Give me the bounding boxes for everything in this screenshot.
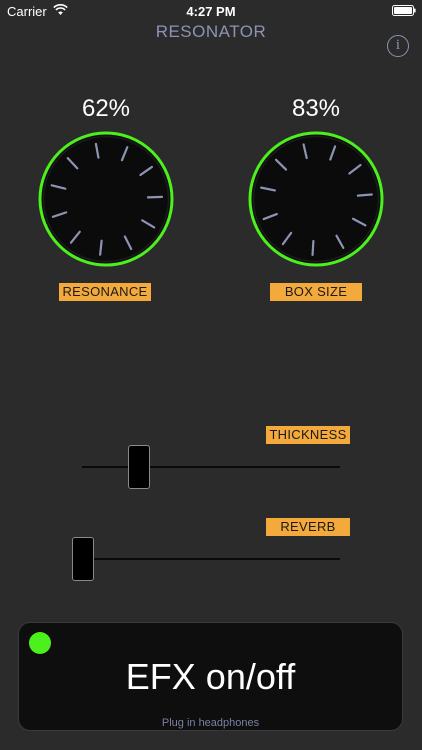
reverb-label: REVERB bbox=[266, 518, 350, 536]
thickness-slider-track[interactable] bbox=[82, 466, 340, 468]
info-icon[interactable]: i bbox=[387, 35, 409, 57]
status-bar: Carrier 4:27 PM bbox=[0, 0, 422, 22]
knob-tick bbox=[356, 193, 373, 197]
status-time: 4:27 PM bbox=[186, 4, 236, 19]
resonance-label: RESONANCE bbox=[59, 283, 151, 301]
knob-ring bbox=[248, 131, 384, 267]
knob-tick bbox=[311, 239, 315, 256]
efx-status-led bbox=[29, 632, 51, 654]
resonance-value: 62% bbox=[81, 95, 131, 122]
knob-ring bbox=[38, 131, 174, 267]
headphones-hint: Plug in headphones bbox=[161, 717, 260, 729]
box-size-knob[interactable] bbox=[246, 129, 386, 269]
knob-tick bbox=[99, 239, 103, 256]
thickness-slider-thumb[interactable] bbox=[127, 445, 150, 489]
reverb-slider-thumb[interactable] bbox=[72, 537, 94, 581]
reverb-slider-track[interactable] bbox=[82, 558, 340, 560]
efx-toggle-button[interactable]: EFX on/off Plug in headphones bbox=[18, 622, 403, 731]
app-screen: Carrier 4:27 PM RESONATOR i 62% RESONANC… bbox=[0, 0, 422, 750]
efx-label: EFX on/off bbox=[125, 656, 296, 697]
battery-icon bbox=[392, 5, 416, 16]
resonance-knob[interactable] bbox=[36, 129, 176, 269]
thickness-label: THICKNESS bbox=[266, 426, 350, 444]
info-glyph: i bbox=[395, 37, 401, 53]
knob-tick bbox=[146, 195, 164, 199]
box-size-value: 83% bbox=[291, 95, 341, 122]
box-size-label: BOX SIZE bbox=[270, 283, 362, 301]
app-title: RESONATOR bbox=[155, 22, 267, 41]
